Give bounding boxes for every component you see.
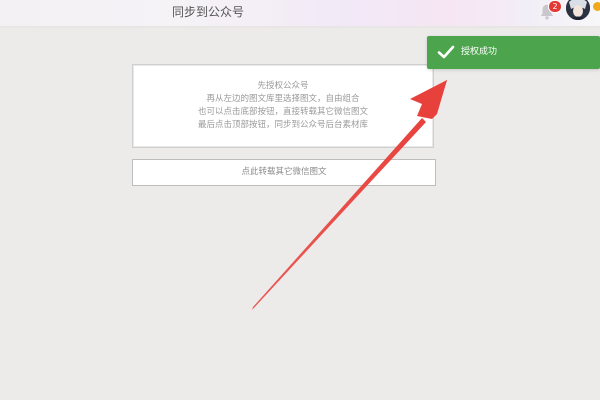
page-title: 同步到公众号	[172, 5, 245, 19]
notification-badge: 2	[548, 0, 562, 13]
instruction-panel: 先授权公众号 再从左边的图文库里选择图文，自由组合 也可以点击底部按钮，直接转载…	[132, 64, 434, 148]
instruction-line: 先授权公众号	[257, 81, 309, 91]
instruction-line: 最后点击顶部按钮，同步到公众号后台素材库	[197, 120, 368, 130]
check-icon	[437, 45, 455, 59]
instruction-line: 也可以点击底部按钮，直接转载其它微信图文	[197, 107, 368, 117]
success-toast: 授权成功	[427, 36, 600, 69]
status-dot	[593, 2, 600, 11]
top-bar: 同步到公众号 2	[0, 0, 600, 26]
instruction-line: 再从左边的图文库里选择图文，自由组合	[206, 94, 360, 104]
repost-wechat-article-button[interactable]: 点此转载其它微信图文	[132, 159, 436, 186]
avatar[interactable]	[566, 0, 590, 20]
toast-message: 授权成功	[461, 47, 498, 57]
